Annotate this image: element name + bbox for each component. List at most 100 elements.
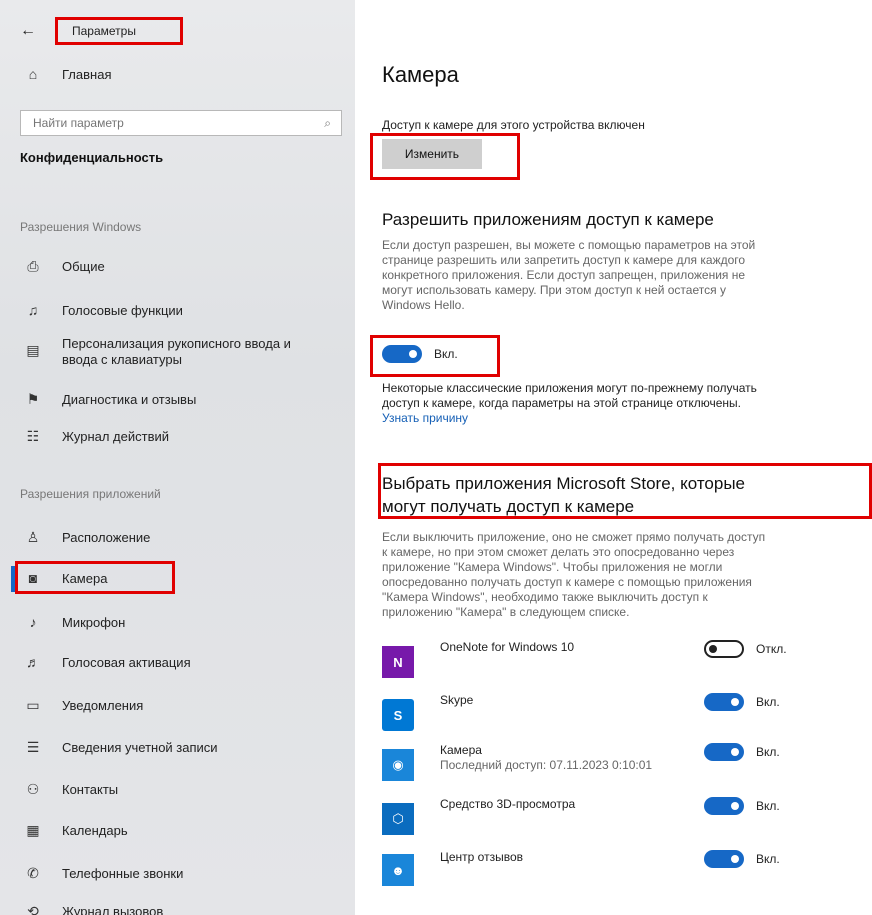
- call-history-icon: ⟲: [27, 903, 39, 915]
- back-arrow-icon[interactable]: ←: [20, 22, 40, 40]
- store-heading-line: могут получать доступ к камере: [382, 497, 635, 516]
- feedback-icon: ⚑: [26, 391, 40, 407]
- skype-icon: S: [382, 699, 414, 731]
- app-toggle-row: Вкл.: [704, 797, 780, 815]
- app-toggle[interactable]: [704, 693, 744, 711]
- lock-icon: ⎙: [27, 258, 39, 274]
- store-desc-line: приложению "Камера" в следующем списке.: [382, 605, 630, 619]
- sidebar-item-label: Журнал вызовов: [62, 904, 164, 915]
- sidebar: ← Параметры ⌂ Главная ⌕ Конфиденциальнос…: [0, 0, 355, 915]
- app-name: OneNote for Windows 10: [440, 640, 575, 654]
- sidebar-item-home[interactable]: ⌂ Главная: [22, 66, 112, 82]
- app-permissions-heading: Разрешения приложений: [20, 487, 161, 501]
- store-desc-line: Если выключить приложение, оно не сможет…: [382, 530, 766, 544]
- app-toggle-label: Вкл.: [756, 745, 780, 759]
- learn-why-link[interactable]: Узнать причину: [382, 411, 757, 426]
- app-toggle[interactable]: [704, 850, 744, 868]
- sidebar-item-label: Телефонные звонки: [62, 866, 184, 881]
- app-row-feedback-hub: ☻ Центр отзывов Вкл.: [382, 850, 852, 890]
- sidebar-item-label: Голосовая активация: [62, 654, 191, 670]
- sidebar-item-activity[interactable]: ☷ Журнал действий: [22, 428, 169, 445]
- allow-toggle-label: Вкл.: [434, 347, 458, 361]
- sidebar-item-location[interactable]: ♙ Расположение: [22, 529, 151, 546]
- sidebar-item-label: Журнал действий: [62, 429, 170, 444]
- sidebar-item-label: Общие: [62, 259, 105, 274]
- store-description: Если выключить приложение, оно не сможет…: [382, 530, 765, 620]
- sidebar-item-general[interactable]: ⎙ Общие: [22, 258, 105, 275]
- app-name: Skype: [440, 693, 474, 707]
- sidebar-item-label: Расположение: [62, 530, 151, 545]
- camera-app-icon: ◉: [382, 749, 414, 781]
- title-bar: ← Параметры: [20, 18, 136, 44]
- sidebar-item-phone-calls[interactable]: ✆ Телефонные звонки: [22, 865, 183, 882]
- sidebar-item-diagnostics[interactable]: ⚑ Диагностика и отзывы: [22, 391, 197, 408]
- home-icon: ⌂: [28, 66, 38, 82]
- store-apps-heading: Выбрать приложения Microsoft Store, кото…: [382, 472, 745, 518]
- app-title: Параметры: [72, 24, 136, 38]
- windows-permissions-heading: Разрешения Windows: [20, 220, 142, 234]
- app-row-3d-viewer: ⬡ Средство 3D-просмотра Вкл.: [382, 797, 852, 837]
- device-access-text: Доступ к камере для этого устройства вкл…: [382, 118, 645, 132]
- sidebar-item-contacts[interactable]: ⚇ Контакты: [22, 781, 118, 798]
- app-toggle[interactable]: [704, 743, 744, 761]
- app-toggle-label: Откл.: [756, 642, 787, 656]
- allow-desc-line: конкретного приложения. Если доступ запр…: [382, 268, 746, 282]
- classic-apps-note: Некоторые классические приложения могут …: [382, 381, 757, 426]
- change-button[interactable]: Изменить: [382, 139, 482, 169]
- store-desc-line: к камере, но при этом сможет делать это …: [382, 545, 735, 559]
- classic-note-line: доступ к камере, когда параметры на этой…: [382, 396, 741, 410]
- allow-toggle[interactable]: [382, 345, 422, 363]
- classic-note-line: Некоторые классические приложения могут …: [382, 381, 757, 395]
- voice-icon: ♫: [27, 302, 39, 318]
- sidebar-item-calendar[interactable]: ▦ Календарь: [22, 822, 127, 839]
- allow-heading: Разрешить приложениям доступ к камере: [382, 210, 714, 229]
- search-input[interactable]: [31, 115, 295, 131]
- app-toggle-label: Вкл.: [756, 799, 780, 813]
- location-icon: ♙: [26, 529, 40, 545]
- app-name: Средство 3D-просмотра: [440, 797, 576, 811]
- allow-desc-line: Если доступ разрешен, вы можете с помощь…: [382, 238, 756, 252]
- app-toggle[interactable]: [704, 640, 744, 658]
- store-desc-line: приложение "Камера Windows". Чтобы прило…: [382, 560, 723, 574]
- sidebar-item-speech[interactable]: ♫ Голосовые функции: [22, 302, 183, 318]
- store-desc-line: "Камера Windows", необходимо также выклю…: [382, 590, 708, 604]
- 3d-viewer-icon: ⬡: [382, 803, 414, 835]
- sidebar-item-call-history[interactable]: ⟲ Журнал вызовов: [22, 903, 163, 915]
- account-info-icon: ☰: [26, 739, 40, 755]
- app-toggle-row: Вкл.: [704, 743, 780, 761]
- sidebar-item-label: Уведомления: [62, 698, 144, 713]
- sidebar-item-label-line2: ввода с клавиатуры: [62, 352, 182, 367]
- sidebar-item-microphone[interactable]: ♪ Микрофон: [22, 614, 126, 630]
- app-row-skype: S Skype Вкл.: [382, 693, 852, 733]
- allow-desc-line: Windows Hello.: [382, 298, 465, 312]
- app-name: Центр отзывов: [440, 850, 524, 864]
- app-toggle-row: Откл.: [704, 640, 787, 658]
- app-toggle[interactable]: [704, 797, 744, 815]
- allow-desc-line: странице разрешить или запретить доступ …: [382, 253, 746, 267]
- camera-icon: ◙: [28, 570, 38, 586]
- sidebar-item-voice-activation[interactable]: ♬ Голосовая активация: [22, 654, 191, 670]
- sidebar-item-label: Сведения учетной записи: [62, 740, 218, 755]
- app-toggle-label: Вкл.: [756, 695, 780, 709]
- sidebar-item-camera[interactable]: ◙ Камера: [22, 570, 108, 586]
- allow-toggle-row: Вкл.: [382, 345, 458, 363]
- sidebar-item-label: Главная: [62, 66, 112, 82]
- app-toggle-label: Вкл.: [756, 852, 780, 866]
- allow-description: Если доступ разрешен, вы можете с помощь…: [382, 238, 755, 313]
- calendar-icon: ▦: [26, 822, 40, 838]
- active-indicator: [11, 566, 15, 592]
- sidebar-item-notifications[interactable]: ▭ Уведомления: [22, 697, 143, 714]
- notepad-icon: ▤: [26, 342, 40, 358]
- main-content: Камера Доступ к камере для этого устройс…: [355, 0, 872, 915]
- feedback-hub-icon: ☻: [382, 854, 414, 886]
- sidebar-item-label: Контакты: [62, 782, 119, 797]
- onenote-icon: N: [382, 646, 414, 678]
- sidebar-item-label: Персонализация рукописного ввода и: [62, 336, 291, 351]
- sidebar-item-inking[interactable]: ▤ Персонализация рукописного ввода и вво…: [22, 336, 291, 368]
- app-last-access: Последний доступ: 07.11.2023 0:10:01: [440, 758, 653, 772]
- microphone-icon: ♪: [29, 614, 37, 630]
- search-icon: ⌕: [324, 115, 331, 130]
- phone-icon: ✆: [27, 865, 39, 881]
- sidebar-item-account-info[interactable]: ☰ Сведения учетной записи: [22, 739, 218, 756]
- search-box[interactable]: ⌕: [20, 110, 342, 136]
